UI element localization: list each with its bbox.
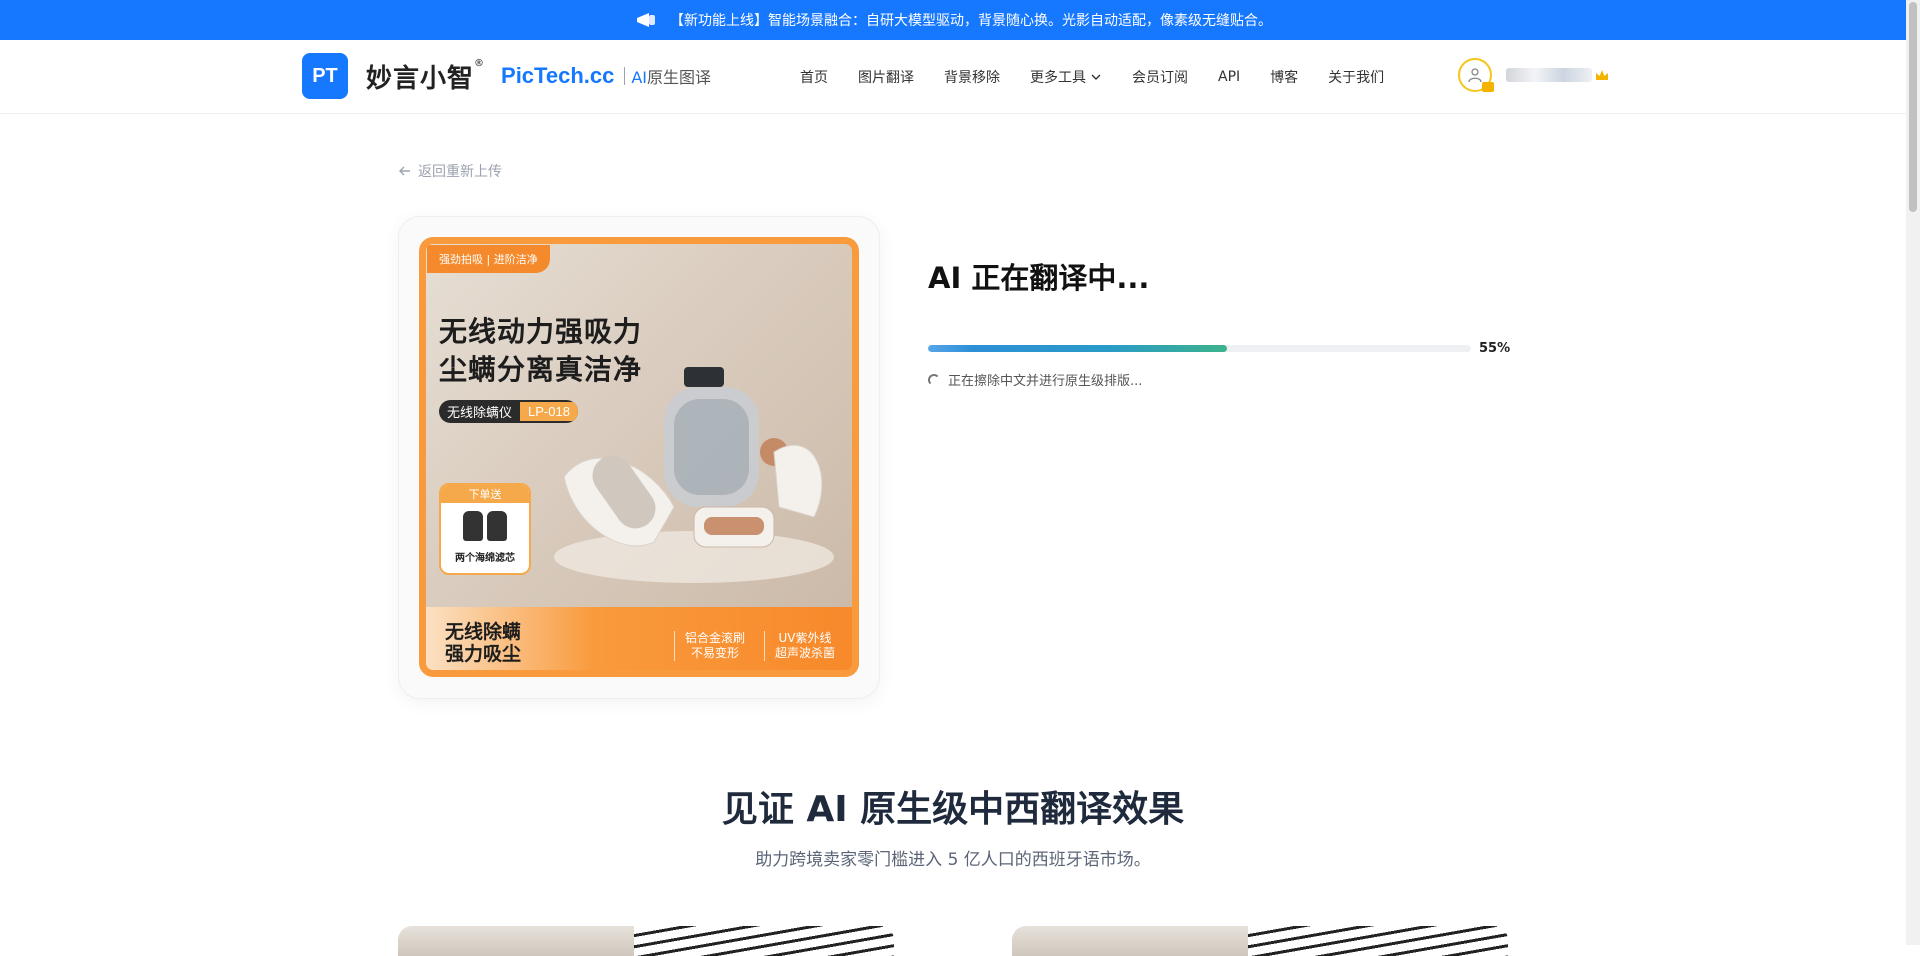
user-menu[interactable]: [1458, 58, 1608, 92]
product-feature-uv: UV紫外线 超声波杀菌: [764, 631, 835, 661]
sponge-filters-illustration: [441, 511, 529, 541]
megaphone-icon: [637, 13, 655, 27]
product-model-label: 无线除螨仪: [447, 406, 513, 421]
user-icon: [1468, 68, 1482, 83]
vacuum-device-illustration: [554, 367, 834, 583]
product-headline-line-1: 无线动力强吸力: [439, 315, 643, 348]
nav-background-remove[interactable]: 背景移除: [944, 67, 1000, 87]
logo-divider: [624, 67, 626, 85]
brand-name-en: PicTech.cc: [501, 63, 615, 88]
avatar[interactable]: [1458, 58, 1494, 92]
back-link-label: 返回重新上传: [418, 164, 502, 180]
page-scrollbar[interactable]: [1906, 0, 1920, 945]
arrow-left-icon: [399, 166, 410, 176]
product-image: 强劲拍吸 | 进阶洁净 无线动力强吸力 尘螨分离真洁净 无线除螨仪 LP-018…: [419, 237, 859, 677]
announcement-text: 【新功能上线】智能场景融合：自研大模型驱动，背景随心换。光影自动适配，像素级无缝…: [670, 13, 1272, 29]
chevron-down-icon: [1091, 74, 1101, 80]
back-to-upload-link[interactable]: 返回重新上传: [398, 161, 502, 181]
uploaded-image-card: 强劲拍吸 | 进阶洁净 无线动力强吸力 尘螨分离真洁净 无线除螨仪 LP-018…: [398, 216, 880, 699]
nav-more-tools-label: 更多工具: [1030, 70, 1086, 86]
registered-mark: ®: [474, 57, 486, 69]
showcase-section-subtitle: 助力跨境卖家零门槛进入 5 亿人口的西班牙语市场。: [755, 850, 1151, 870]
progress-percentage: 55%: [1479, 341, 1511, 356]
translation-status-title: AI 正在翻译中...: [928, 261, 1150, 295]
product-top-tag: 强劲拍吸 | 进阶洁净: [427, 245, 550, 273]
brand-logo[interactable]: PT 妙言小智® PicTech.cc AI原生图译: [302, 53, 711, 99]
progress-bar-fill: [928, 345, 1227, 352]
showcase-preview-card-1[interactable]: [398, 926, 894, 956]
product-feature-brush: 铝合金滚刷 不易变形: [674, 631, 745, 661]
nav-home[interactable]: 首页: [800, 67, 828, 87]
site-header: PT 妙言小智® PicTech.cc AI原生图译 首页 图片翻译 背景移除 …: [0, 40, 1906, 114]
nav-api[interactable]: API: [1218, 69, 1240, 85]
nav-about[interactable]: 关于我们: [1328, 67, 1384, 87]
translation-status-message: 正在擦除中文并进行原生级排版...: [928, 370, 1142, 389]
translation-progress-bar: [928, 345, 1471, 352]
showcase-preview-card-2[interactable]: [1012, 926, 1508, 956]
gift-badge: 下单送 两个海绵滤芯: [439, 483, 531, 575]
brand-name-cn: 妙言小智®: [366, 57, 486, 94]
status-message-text: 正在擦除中文并进行原生级排版...: [948, 374, 1143, 389]
showcase-section-title: 见证 AI 原生级中西翻译效果: [721, 789, 1185, 830]
crown-icon: [1596, 70, 1608, 80]
brand-tagline: AI原生图译: [631, 68, 712, 87]
nav-membership[interactable]: 会员订阅: [1132, 67, 1188, 87]
announcement-bar: 【新功能上线】智能场景融合：自研大模型驱动，背景随心换。光影自动适配，像素级无缝…: [0, 0, 1906, 40]
scrollbar-thumb[interactable]: [1909, 2, 1917, 212]
nav-more-tools[interactable]: 更多工具: [1030, 67, 1102, 87]
nav-blog[interactable]: 博客: [1270, 67, 1298, 87]
gift-caption: 两个海绵滤芯: [455, 553, 515, 564]
product-bottom-slogan: 无线除螨 强力吸尘: [445, 621, 522, 665]
main-nav: 首页 图片翻译 背景移除 更多工具 会员订阅 API 博客 关于我们: [800, 40, 1414, 114]
loading-spinner-icon: [928, 373, 940, 386]
gift-header: 下单送: [441, 485, 529, 503]
nav-image-translate[interactable]: 图片翻译: [858, 67, 914, 87]
vip-badge-icon: [1482, 82, 1494, 92]
username-blurred: [1506, 68, 1592, 82]
logo-mark: PT: [302, 53, 348, 99]
